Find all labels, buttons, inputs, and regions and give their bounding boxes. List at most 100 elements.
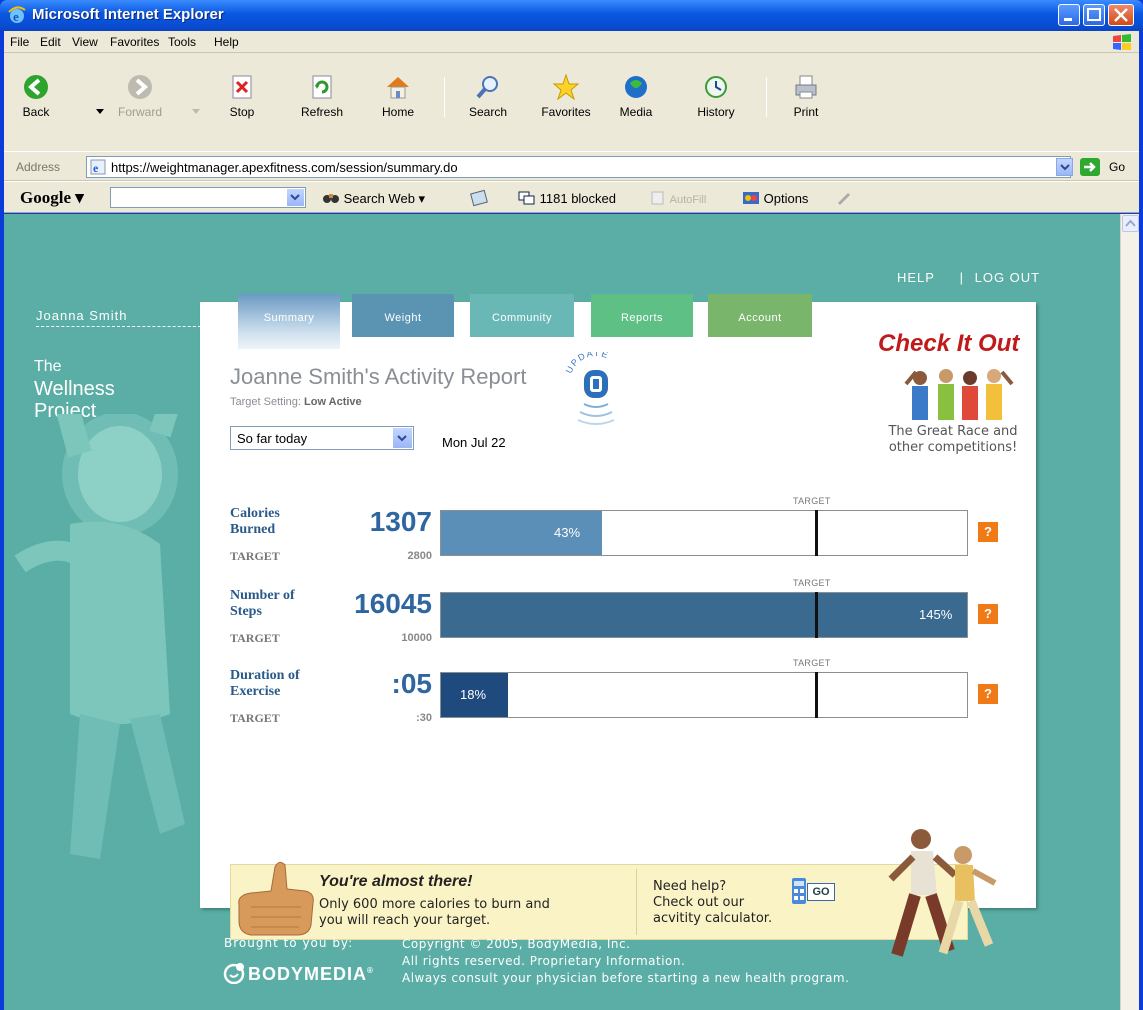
popup-blocked-button[interactable]: 1181 blocked: [518, 191, 616, 206]
title-bar: e Microsoft Internet Explorer: [0, 0, 1143, 31]
joggers-photo: [888, 829, 997, 957]
scroll-up-button[interactable]: [1122, 215, 1139, 232]
menu-edit[interactable]: Edit: [40, 35, 61, 49]
wellness-project-logo: The Wellness Project: [34, 358, 115, 422]
period-dropdown[interactable]: [393, 428, 412, 448]
period-select[interactable]: So far today: [230, 426, 414, 450]
google-logo[interactable]: Google ▾: [20, 188, 84, 208]
maximize-button[interactable]: [1083, 4, 1105, 26]
google-search-input[interactable]: [110, 187, 306, 208]
divider: [636, 869, 637, 935]
help-button[interactable]: ?: [978, 604, 998, 624]
address-input[interactable]: e https://weightmanager.apexfitness.com/…: [86, 156, 1071, 178]
menu-file[interactable]: File: [10, 35, 29, 49]
autofill-button[interactable]: AutoFill: [650, 191, 706, 206]
home-button[interactable]: Home: [366, 73, 430, 119]
progress-track: 43% TARGET: [440, 496, 968, 556]
help-link[interactable]: HELP: [897, 270, 935, 285]
forward-dropdown-icon[interactable]: [192, 109, 200, 115]
minimize-button[interactable]: [1058, 4, 1080, 26]
update-label: UPDATE: [564, 352, 609, 375]
metric-row: Number of Steps TARGET 16045 10000 145% T…: [230, 578, 1000, 660]
menu-view[interactable]: View: [72, 35, 98, 49]
metric-row: Calories Burned TARGET 1307 2800 43% TARG…: [230, 496, 1000, 578]
tab-account[interactable]: Account: [708, 294, 812, 337]
history-label: History: [697, 105, 735, 119]
go-label: GO: [807, 883, 835, 901]
address-dropdown[interactable]: [1056, 158, 1073, 176]
target-caption: TARGET: [793, 658, 831, 668]
check-it-out-promo[interactable]: Check It Out The Great Race and other co…: [868, 330, 1038, 460]
metric-value: 1307: [369, 506, 432, 537]
print-icon: [795, 75, 817, 99]
search-web-button[interactable]: Search Web ▾: [322, 191, 425, 207]
close-button[interactable]: [1108, 4, 1134, 26]
svg-text:UPDATE: UPDATE: [564, 352, 611, 375]
vertical-scrollbar[interactable]: [1120, 214, 1139, 1010]
tab-community[interactable]: Community: [470, 294, 574, 337]
search-button[interactable]: Search: [456, 73, 520, 119]
window-title: Microsoft Internet Explorer: [32, 6, 224, 23]
encouragement-banner: You're almost there! Only 600 more calor…: [230, 829, 997, 957]
logout-link[interactable]: LOG OUT: [975, 270, 1041, 285]
metric-target-label: TARGET: [230, 631, 280, 645]
tab-weight[interactable]: Weight: [352, 294, 454, 337]
forward-button[interactable]: Forward: [108, 73, 172, 119]
target-caption: TARGET: [793, 496, 831, 506]
back-button[interactable]: Back: [4, 73, 68, 119]
pencil-icon[interactable]: [836, 191, 852, 205]
banner-headline: You're almost there!: [319, 873, 473, 890]
target-marker: [815, 592, 818, 638]
popup-blocker-icon: [518, 191, 535, 205]
bodymedia-icon: [223, 963, 245, 985]
back-arrow-icon: [24, 75, 48, 99]
divider: [36, 326, 206, 327]
close-icon: [1114, 8, 1128, 22]
ie-logo-icon: e: [8, 6, 26, 24]
refresh-label: Refresh: [300, 105, 344, 119]
chevron-up-icon: [1125, 219, 1136, 227]
history-button[interactable]: History: [684, 73, 748, 119]
update-device-icon[interactable]: UPDATE: [564, 352, 628, 432]
page-title: Joanne Smith's Activity Report: [230, 364, 527, 389]
page-icon: e: [90, 159, 106, 175]
options-button[interactable]: Options: [742, 191, 808, 206]
top-links: HELP | LOG OUT: [897, 270, 1046, 285]
print-label: Print: [793, 105, 819, 119]
news-icon[interactable]: [470, 189, 488, 207]
help-button[interactable]: ?: [978, 522, 998, 542]
standard-toolbar: Back Forward Stop Refresh Home Search Fa…: [4, 53, 1139, 151]
menu-favorites[interactable]: Favorites: [110, 35, 159, 49]
windows-logo-icon: [1113, 34, 1131, 50]
tab-summary[interactable]: Summary: [238, 294, 340, 349]
print-button[interactable]: Print: [774, 73, 838, 119]
target-marker: [815, 510, 818, 556]
svg-text:e: e: [93, 161, 99, 175]
metric-target-value: :30: [416, 712, 432, 724]
calculator-go-button[interactable]: GO: [791, 877, 837, 907]
history-icon: [705, 76, 727, 98]
help-button[interactable]: ?: [978, 684, 998, 704]
google-search-dropdown[interactable]: [287, 189, 304, 206]
back-label: Back: [22, 105, 50, 119]
metric-target-value: 2800: [407, 550, 432, 562]
menu-help[interactable]: Help: [214, 35, 239, 49]
menu-tools[interactable]: Tools: [168, 35, 196, 49]
back-dropdown-icon[interactable]: [96, 109, 104, 115]
favorites-button[interactable]: Favorites: [534, 73, 598, 119]
progress-fill: [441, 593, 967, 637]
forward-arrow-icon: [128, 75, 152, 99]
tab-reports[interactable]: Reports: [591, 294, 693, 337]
stop-button[interactable]: Stop: [210, 73, 274, 119]
svg-text:e: e: [13, 9, 19, 24]
refresh-button[interactable]: Refresh: [290, 73, 354, 119]
search-icon: [476, 76, 498, 99]
progress-track: 145% TARGET: [440, 578, 968, 638]
options-icon: [743, 192, 759, 204]
forward-label: Forward: [117, 105, 162, 119]
go-button[interactable]: Go: [1079, 157, 1135, 177]
address-label: Address: [16, 160, 61, 174]
star-icon: [552, 73, 580, 101]
media-button[interactable]: Media: [604, 73, 668, 119]
metric-row: Duration of Exercise TARGET :05 :30 18% T…: [230, 658, 1000, 740]
